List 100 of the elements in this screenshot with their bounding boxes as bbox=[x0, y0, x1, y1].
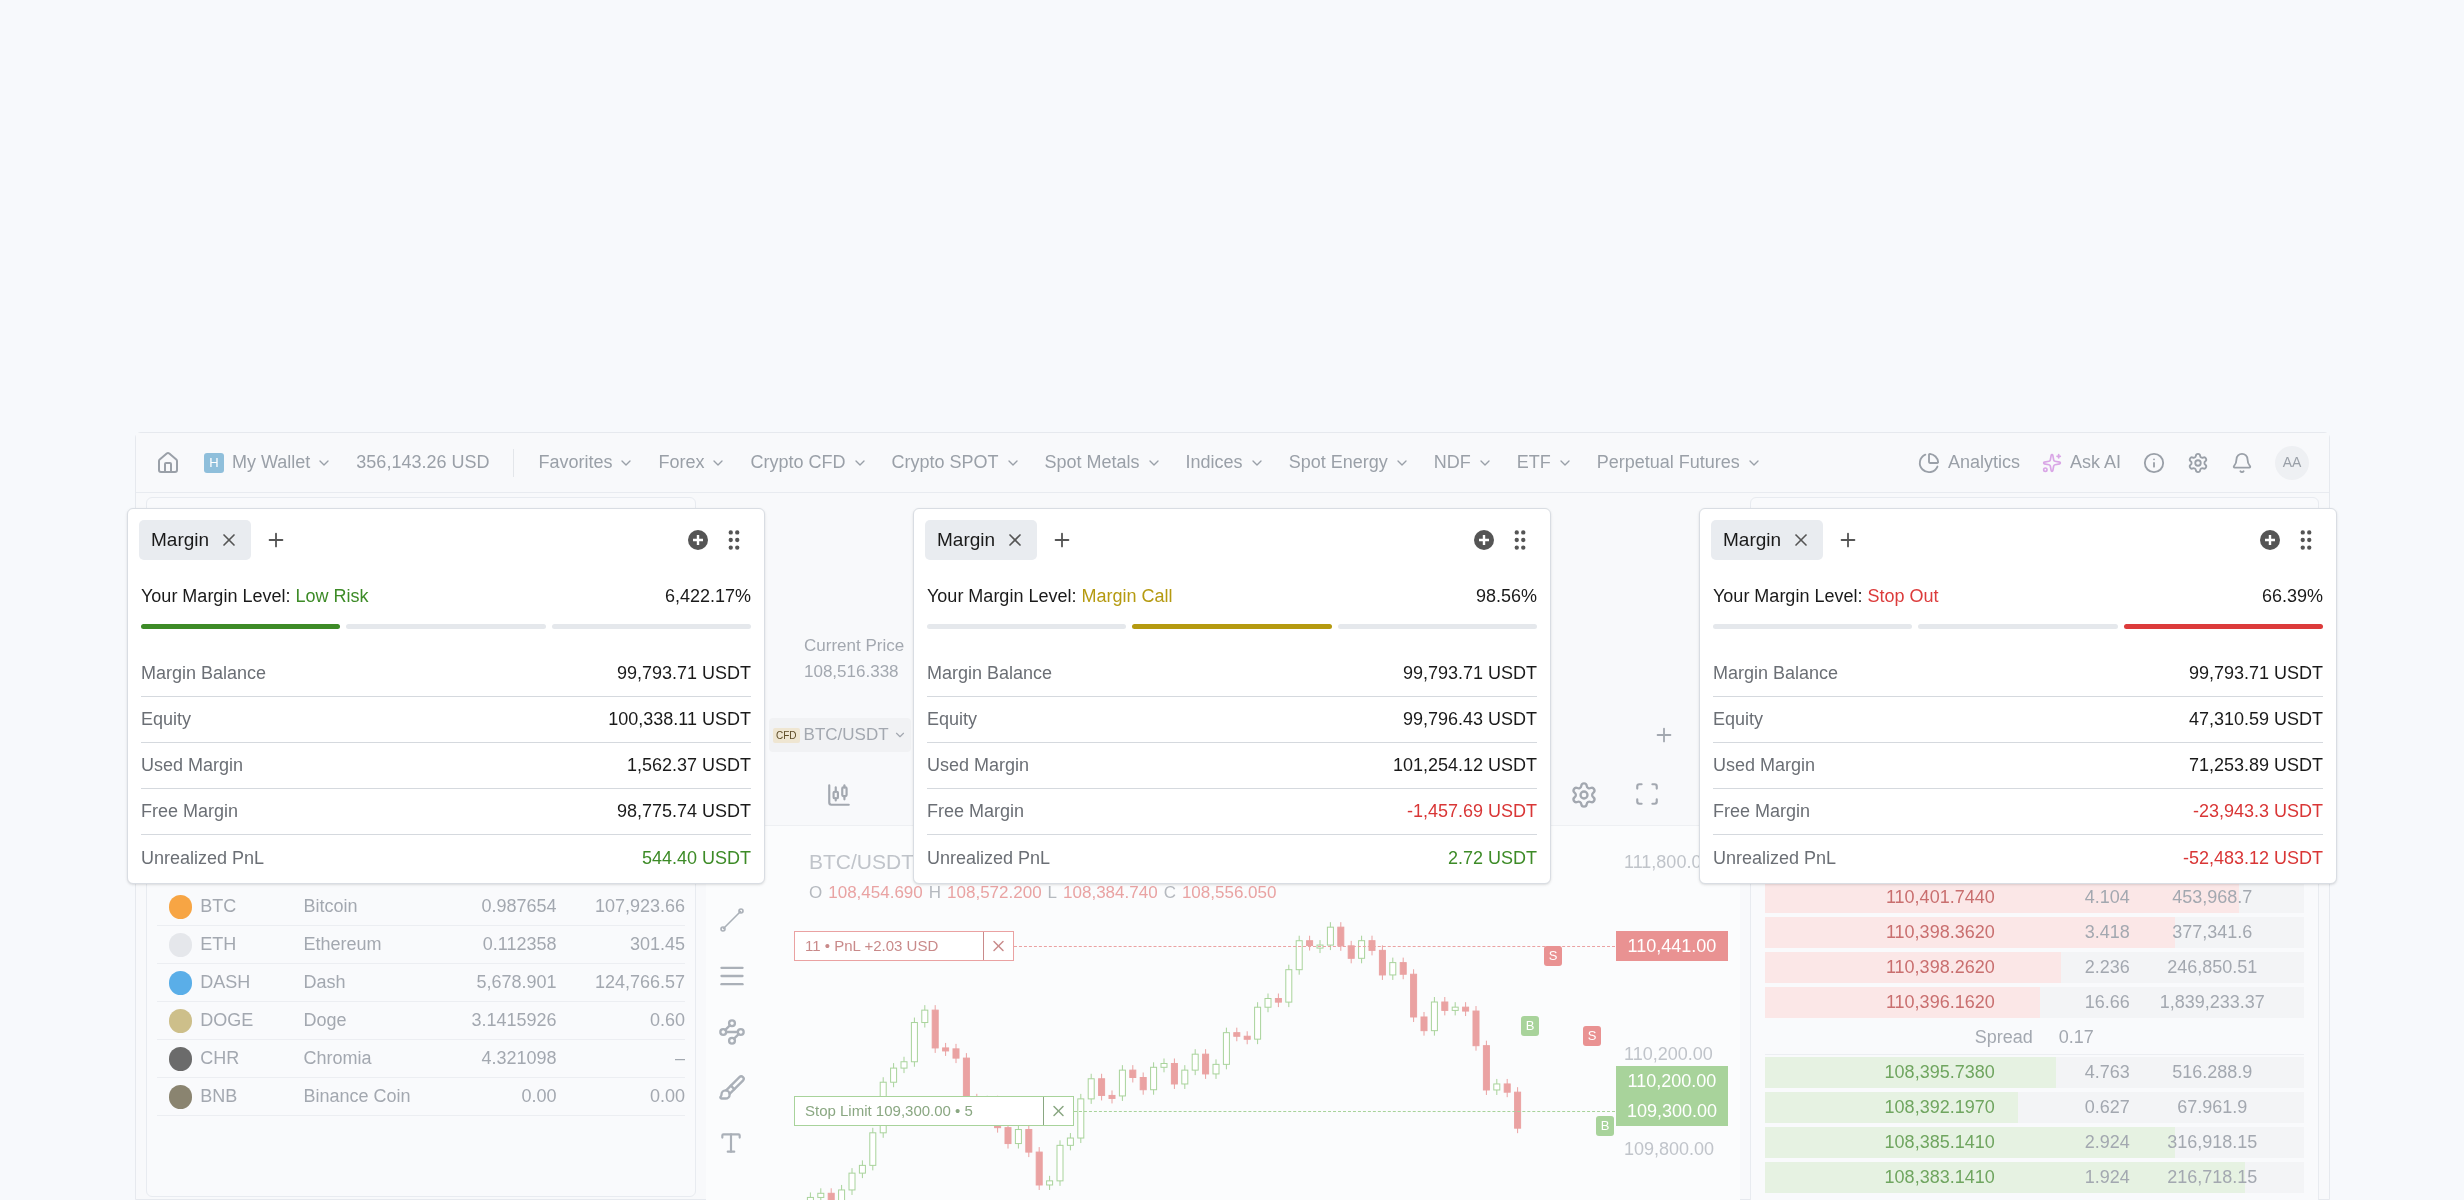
metric-value: 544.40 USDT bbox=[641, 846, 751, 870]
book-price: 110,396.1620 bbox=[1884, 991, 1995, 1014]
metric-value: 98,775.74 USDT bbox=[616, 800, 751, 823]
book-amount: 4.763 bbox=[2083, 1061, 2130, 1084]
text-icon[interactable] bbox=[718, 1130, 744, 1156]
fullscreen-icon[interactable] bbox=[1633, 781, 1660, 807]
book-total: 67.961.9 bbox=[2176, 1096, 2249, 1119]
metric-label: Free Margin bbox=[1713, 800, 1811, 823]
metric-label: Used Margin bbox=[927, 754, 1030, 777]
order-label[interactable]: Stop Limit 109,300.00 • 5 bbox=[794, 1096, 1074, 1126]
add-widget-icon[interactable] bbox=[687, 529, 709, 551]
ohlc-value: 108,454.690 bbox=[828, 882, 923, 904]
add-widget-icon[interactable] bbox=[1473, 529, 1495, 551]
metric-value: 71,253.89 USDT bbox=[2188, 754, 2323, 777]
margin-level-text: Your Margin Level: Stop Out bbox=[1713, 585, 1939, 608]
coin-amount: 0.00 bbox=[520, 1085, 557, 1108]
metric-value: 99,793.71 USDT bbox=[1402, 662, 1537, 685]
trend-line-icon[interactable] bbox=[718, 906, 746, 934]
ohlc-key: O bbox=[809, 880, 823, 906]
ohlc-key: L bbox=[1047, 880, 1058, 906]
metric-label: Unrealized PnL bbox=[141, 846, 265, 870]
metric-label: Unrealized PnL bbox=[927, 846, 1051, 870]
book-amount: 4.104 bbox=[2083, 886, 2130, 909]
brush-icon[interactable] bbox=[718, 1074, 746, 1102]
menu-dropdown[interactable]: Favorites bbox=[538, 449, 635, 476]
wallet-badge: H bbox=[204, 452, 224, 473]
metric-value: 99,796.43 USDT bbox=[1402, 708, 1537, 731]
spread-value: 0.17 bbox=[2058, 1025, 2094, 1049]
settings-icon[interactable] bbox=[1569, 781, 1598, 809]
book-amount: 2.924 bbox=[2083, 1131, 2130, 1154]
book-amount: 0.627 bbox=[2083, 1096, 2130, 1119]
ohlc-value: 108,572.200 bbox=[947, 882, 1042, 904]
trade-marker: B bbox=[1521, 1016, 1539, 1036]
book-total: 516.288.9 bbox=[2171, 1061, 2254, 1084]
book-total: 316,918.15 bbox=[2166, 1131, 2259, 1154]
add-widget-icon[interactable] bbox=[2259, 529, 2281, 551]
metric-value: 2.72 USDT bbox=[1447, 846, 1537, 870]
metric-label: Margin Balance bbox=[927, 662, 1053, 685]
metric-value: -1,457.69 USDT bbox=[1406, 800, 1537, 823]
price-axis-label: 109,800.00 bbox=[1624, 1138, 1715, 1161]
coin-amount: 4.321098 bbox=[480, 1047, 557, 1070]
pattern-icon[interactable] bbox=[718, 1018, 746, 1046]
coin-value: 107,923.66 bbox=[593, 895, 685, 918]
ohlc-key: C bbox=[1163, 880, 1176, 906]
coin-amount: 5,678.901 bbox=[475, 971, 557, 994]
menu-dropdown[interactable]: Indices bbox=[1185, 449, 1265, 476]
user-avatar[interactable]: AA bbox=[2275, 445, 2309, 480]
pair-badge: CFD bbox=[773, 727, 800, 743]
menu-dropdown[interactable]: Spot Metals bbox=[1044, 449, 1162, 476]
margin-tab[interactable]: Margin bbox=[1711, 520, 1824, 560]
coin-symbol: BTC bbox=[200, 895, 238, 918]
pair-selector[interactable]: CFD BTC/USDT bbox=[769, 718, 911, 752]
menu-dropdown[interactable]: Spot Energy bbox=[1288, 449, 1410, 476]
coin-name: Doge bbox=[303, 1009, 348, 1032]
wallet-dropdown[interactable]: My Wallet bbox=[232, 449, 333, 476]
menu-dropdown[interactable]: NDF bbox=[1433, 449, 1493, 476]
candlestick-icon[interactable] bbox=[826, 782, 852, 808]
book-total: 246,850.51 bbox=[2166, 956, 2259, 979]
metric-value: 99,793.71 USDT bbox=[2188, 662, 2323, 685]
book-amount: 3.418 bbox=[2083, 921, 2130, 944]
margin-level-percent: 98.56% bbox=[1475, 585, 1537, 608]
menu-dropdown[interactable]: Forex bbox=[658, 449, 727, 476]
book-amount: 2.236 bbox=[2083, 956, 2130, 979]
menu-dropdown[interactable]: Crypto CFD bbox=[750, 449, 868, 476]
price-tag: 110,441.00 bbox=[1616, 931, 1728, 961]
metric-label: Equity bbox=[141, 708, 192, 731]
book-price: 108,395.7380 bbox=[1883, 1061, 1995, 1084]
metric-label: Used Margin bbox=[1713, 754, 1816, 777]
coin-symbol: DASH bbox=[200, 971, 252, 994]
menu-dropdown[interactable]: Crypto SPOT bbox=[891, 449, 1021, 476]
coin-name: Binance Coin bbox=[303, 1085, 412, 1108]
price-tag: 109,300.00 bbox=[1616, 1096, 1728, 1126]
current-price-label: Current Price bbox=[804, 635, 905, 657]
coin-value: 0.00 bbox=[648, 1085, 685, 1108]
sparkle-icon bbox=[2041, 452, 2062, 473]
book-total: 1,839,233.37 bbox=[2158, 991, 2266, 1014]
metric-label: Unrealized PnL bbox=[1713, 846, 1837, 870]
book-price: 110,401.7440 bbox=[1884, 886, 1995, 909]
metric-value: 1,562.37 USDT bbox=[626, 754, 751, 777]
trade-marker: S bbox=[1583, 1026, 1601, 1046]
analytics-button[interactable]: Analytics bbox=[1917, 449, 2020, 476]
ohlc-value: 108,556.050 bbox=[1181, 882, 1277, 904]
coin-amount: 3.1415926 bbox=[470, 1009, 557, 1032]
pie-chart-icon bbox=[1917, 451, 1940, 474]
metric-value: 47,310.59 USDT bbox=[2188, 708, 2323, 731]
margin-level-text: Your Margin Level: Margin Call bbox=[927, 585, 1173, 608]
margin-tab[interactable]: Margin bbox=[139, 520, 252, 560]
settings-icon[interactable] bbox=[2187, 451, 2209, 474]
home-icon[interactable] bbox=[156, 450, 180, 475]
book-amount: 16.66 bbox=[2083, 991, 2130, 1014]
menu-dropdown[interactable]: Perpetual Futures bbox=[1596, 449, 1762, 476]
margin-tab[interactable]: Margin bbox=[925, 520, 1038, 560]
order-label[interactable]: 11 • PnL +2.03 USD bbox=[794, 931, 1014, 961]
ohlc-key: H bbox=[928, 880, 942, 906]
notification-icon[interactable] bbox=[2231, 451, 2253, 474]
coin-symbol: DOGE bbox=[200, 1009, 255, 1032]
ask-ai-button[interactable]: Ask AI bbox=[2041, 449, 2121, 476]
menu-dropdown[interactable]: ETF bbox=[1516, 449, 1573, 476]
trade-marker: S bbox=[1544, 946, 1562, 966]
info-icon[interactable] bbox=[2143, 451, 2165, 474]
